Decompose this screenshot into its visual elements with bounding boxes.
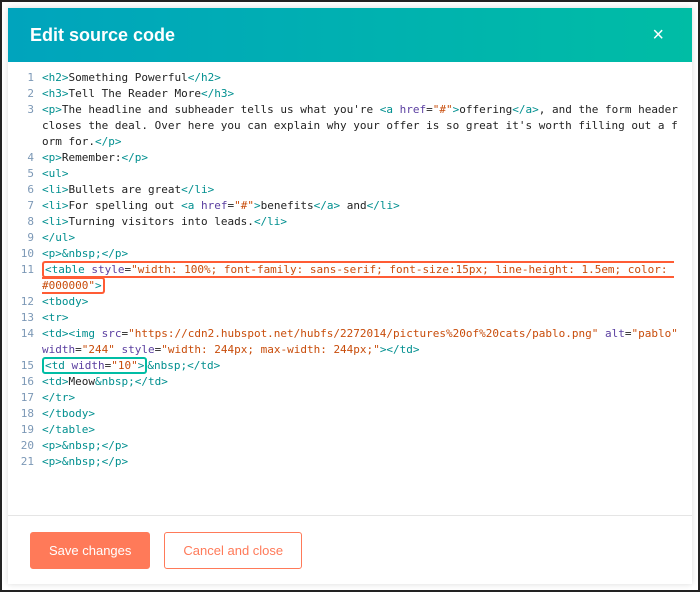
line-number: 15 (8, 358, 42, 374)
line-number: 6 (8, 182, 42, 198)
line-number: 5 (8, 166, 42, 182)
code-content: </tr> (42, 390, 680, 406)
code-content: <p>&nbsp;</p> (42, 438, 680, 454)
line-number: 9 (8, 230, 42, 246)
code-line: 1 <h2>Something Powerful</h2> (8, 70, 692, 86)
line-number: 18 (8, 406, 42, 422)
code-content: </tbody> (42, 406, 680, 422)
code-line: 6 <li>Bullets are great</li> (8, 182, 692, 198)
line-number: 17 (8, 390, 42, 406)
code-content: </table> (42, 422, 680, 438)
code-line: 15 <td width="10">&nbsp;</td> (8, 358, 692, 374)
code-line: 21 <p>&nbsp;</p> (8, 454, 692, 470)
highlight-table-style: <table style="width: 100%; font-family: … (42, 261, 674, 294)
close-icon[interactable]: × (646, 19, 670, 51)
code-line: 12 <tbody> (8, 294, 692, 310)
code-content: <li>Bullets are great</li> (42, 182, 680, 198)
code-line: 4 <p>Remember:</p> (8, 150, 692, 166)
code-content: <table style="width: 100%; font-family: … (42, 262, 680, 294)
code-content: <tr> (42, 310, 680, 326)
code-line: 20 <p>&nbsp;</p> (8, 438, 692, 454)
code-content: <p>&nbsp;</p> (42, 246, 680, 262)
code-line: 9 </ul> (8, 230, 692, 246)
modal: Edit source code × 1 <h2>Something Power… (8, 8, 692, 584)
modal-footer: Save changes Cancel and close (8, 515, 692, 584)
line-number: 1 (8, 70, 42, 86)
code-content: <td>Meow&nbsp;</td> (42, 374, 680, 390)
code-content: </ul> (42, 230, 680, 246)
line-number: 2 (8, 86, 42, 102)
code-line: 10 <p>&nbsp;</p> (8, 246, 692, 262)
code-editor[interactable]: 1 <h2>Something Powerful</h2> 2 <h3>Tell… (8, 62, 692, 515)
line-number: 16 (8, 374, 42, 390)
modal-header: Edit source code × (8, 8, 692, 62)
code-content: <p>Remember:</p> (42, 150, 680, 166)
line-number: 10 (8, 246, 42, 262)
highlight-td-width: <td width="10"> (42, 357, 147, 374)
code-content: <h2>Something Powerful</h2> (42, 70, 680, 86)
code-content: <td><img src="https://cdn2.hubspot.net/h… (42, 326, 680, 358)
code-line: 5 <ul> (8, 166, 692, 182)
modal-title: Edit source code (30, 25, 175, 46)
line-number: 7 (8, 198, 42, 214)
line-number: 12 (8, 294, 42, 310)
code-content: <h3>Tell The Reader More</h3> (42, 86, 680, 102)
line-number: 19 (8, 422, 42, 438)
code-line: 19 </table> (8, 422, 692, 438)
line-number: 14 (8, 326, 42, 358)
line-number: 13 (8, 310, 42, 326)
code-content: <ul> (42, 166, 680, 182)
code-line: 17 </tr> (8, 390, 692, 406)
cancel-button[interactable]: Cancel and close (164, 532, 302, 569)
code-line: 18 </tbody> (8, 406, 692, 422)
code-line: 13 <tr> (8, 310, 692, 326)
line-number: 4 (8, 150, 42, 166)
code-line: 8 <li>Turning visitors into leads.</li> (8, 214, 692, 230)
code-content: <p>The headline and subheader tells us w… (42, 102, 680, 150)
code-content: <li>Turning visitors into leads.</li> (42, 214, 680, 230)
line-number: 3 (8, 102, 42, 150)
window-frame: Edit source code × 1 <h2>Something Power… (0, 0, 700, 592)
code-line: 11 <table style="width: 100%; font-famil… (8, 262, 692, 294)
code-line: 3 <p>The headline and subheader tells us… (8, 102, 692, 150)
code-content: <li>For spelling out <a href="#">benefit… (42, 198, 680, 214)
line-number: 21 (8, 454, 42, 470)
code-line: 7 <li>For spelling out <a href="#">benef… (8, 198, 692, 214)
code-content: <tbody> (42, 294, 680, 310)
code-content: <p>&nbsp;</p> (42, 454, 680, 470)
line-number: 8 (8, 214, 42, 230)
code-content: <td width="10">&nbsp;</td> (42, 358, 680, 374)
line-number: 11 (8, 262, 42, 294)
save-button[interactable]: Save changes (30, 532, 150, 569)
line-number: 20 (8, 438, 42, 454)
code-line: 2 <h3>Tell The Reader More</h3> (8, 86, 692, 102)
code-line: 14 <td><img src="https://cdn2.hubspot.ne… (8, 326, 692, 358)
code-line: 16 <td>Meow&nbsp;</td> (8, 374, 692, 390)
